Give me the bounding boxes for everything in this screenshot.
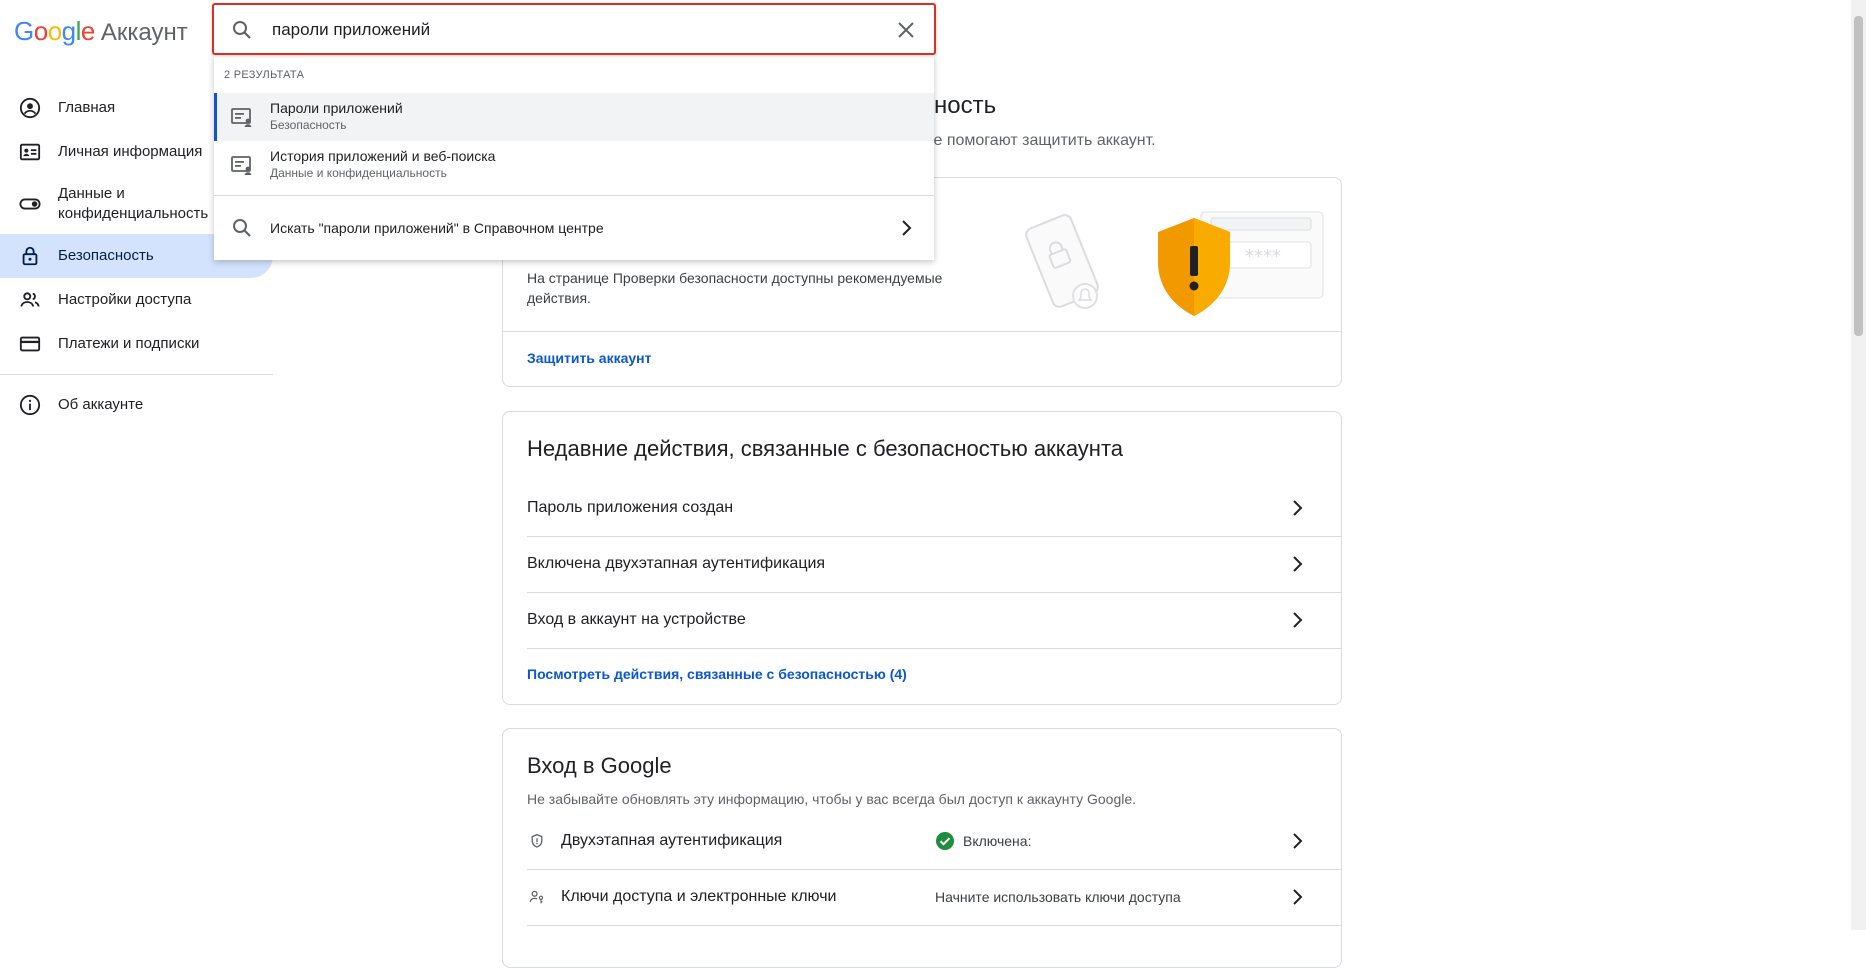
chevron-right-icon [1293,833,1303,849]
activity-row-label: Вход в аккаунт на устройстве [527,611,746,628]
account-label: Аккаунт [100,19,188,46]
protect-account-link[interactable]: Защитить аккаунт [527,350,651,366]
search-result-item[interactable]: История приложений и веб-поиска Данные и… [214,141,934,189]
sidebar-item-label: Настройки доступа [58,291,192,308]
setting-value: Начните использовать ключи доступа [935,889,1181,905]
check-circle-icon [936,832,954,850]
scrollbar-thumb[interactable] [1854,16,1863,336]
sidebar-item-payments[interactable]: Платежи и подписки [0,322,273,366]
security-checkup-description: На странице Проверки безопасности доступ… [527,270,943,306]
search-result-item[interactable]: Пароли приложений Безопасность [214,93,934,141]
activity-row-label: Пароль приложения создан [527,499,734,516]
info-icon [18,393,42,417]
account-circle-icon [18,96,42,120]
sidebar-item-label: Платежи и подписки [58,335,200,352]
sidebar-item-people-sharing[interactable]: Настройки доступа [0,278,273,322]
passkey-icon [527,887,547,907]
sidebar-item-label: Данные и конфиденциальность [58,185,209,222]
activity-row[interactable]: Включена двухэтапная аутентификация [527,536,1341,593]
signin-google-card: Вход в Google Не забывайте обновлять эту… [502,728,1342,968]
card-title: Недавние действия, связанные с безопасно… [527,436,1124,461]
chevron-right-icon [1293,612,1303,628]
credit-card-icon [18,332,42,356]
chevron-right-icon [902,220,912,236]
search-bar[interactable] [212,3,936,55]
settings-page-icon [231,108,252,127]
sidebar-item-label: Безопасность [58,247,154,264]
two-step-verification-row[interactable]: Двухэтапная аутентификация Включена: [527,813,1341,870]
card-title: Вход в Google [527,753,672,778]
result-title: Пароли приложений [270,100,403,116]
result-title: История приложений и веб-поиска [270,148,496,164]
search-icon [233,219,251,237]
toggle-icon [18,192,42,216]
result-section: Безопасность [270,118,347,132]
search-input[interactable] [270,13,854,47]
shield-icon [527,831,547,851]
page-subtitle: ые помогают защитить аккаунт. [922,132,1156,149]
settings-page-icon [231,156,252,175]
search-help-center-item[interactable]: Искать "пароли приложений" в Справочном … [214,196,934,260]
chevron-right-icon [1293,889,1303,905]
page-scrollbar[interactable] [1851,0,1866,930]
security-illustration: **** [1025,211,1324,316]
sidebar-item-about[interactable]: Об аккаунте [0,383,273,427]
setting-name: Двухэтапная аутентификация [561,832,783,849]
google-wordmark: Google [14,16,95,46]
search-icon[interactable] [230,18,254,42]
view-security-activity-link[interactable]: Посмотреть действия, связанные с безопас… [527,666,907,682]
setting-name: Ключи доступа и электронные ключи [561,888,837,905]
setting-value-text: Включена: [963,833,1032,849]
card-divider [503,331,1341,332]
sidebar-item-label: Главная [58,99,116,116]
lock-icon [18,244,42,268]
recent-security-activity-card: Недавние действия, связанные с безопасно… [502,411,1342,705]
activity-row[interactable]: Вход в аккаунт на устройстве [527,592,1341,649]
help-center-link-text: Искать "пароли приложений" в Справочном … [270,220,604,236]
close-icon[interactable] [894,18,918,42]
people-icon [18,288,42,312]
sidebar-item-label: Личная информация [58,143,203,160]
chevron-right-icon [1293,500,1303,516]
sidebar-item-label: Об аккаунте [58,396,144,413]
passkeys-row[interactable]: Ключи доступа и электронные ключи Начнит… [527,869,1341,926]
setting-value: Включена: [935,831,1031,851]
results-count: 2 РЕЗУЛЬТАТА [224,69,305,81]
activity-row-label: Включена двухэтапная аутентификация [527,555,826,572]
svg-text:****: **** [1245,246,1281,267]
chevron-right-icon [1293,556,1303,572]
result-section: Данные и конфиденциальность [270,166,447,180]
id-card-icon [18,140,42,164]
sidebar-divider [0,374,273,375]
google-account-logo[interactable]: Google Аккаунт [14,16,188,47]
card-subtitle: Не забывайте обновлять эту информацию, ч… [527,791,1137,807]
activity-row[interactable]: Пароль приложения создан [527,480,1341,537]
search-results-dropdown: 2 РЕЗУЛЬТАТА Пароли приложений Безопасно… [214,55,934,260]
